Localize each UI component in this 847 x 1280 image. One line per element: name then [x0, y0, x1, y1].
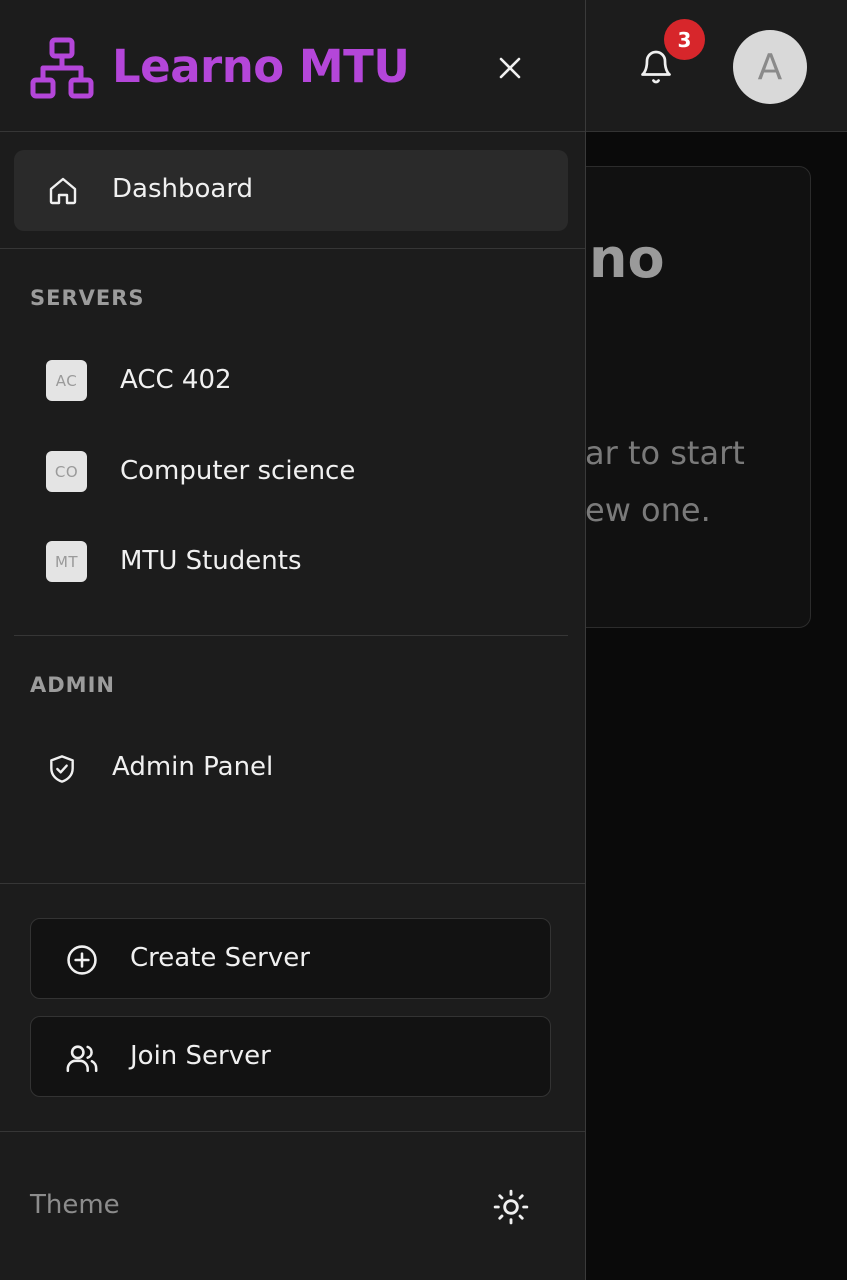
divider — [14, 635, 568, 636]
divider — [0, 1131, 585, 1132]
join-server-button[interactable]: Join Server — [30, 1016, 551, 1097]
background-text-line-2: ew one. — [585, 491, 711, 529]
server-initials: CO — [46, 451, 87, 492]
theme-label: Theme — [30, 1190, 120, 1220]
divider — [0, 248, 585, 249]
server-name: MTU Students — [120, 546, 302, 576]
create-server-label: Create Server — [130, 943, 310, 973]
users-icon — [66, 1045, 98, 1073]
background-text-line-1: ar to start — [585, 434, 745, 472]
server-initials: MT — [46, 541, 87, 582]
server-name: ACC 402 — [120, 365, 232, 395]
join-server-label: Join Server — [130, 1041, 271, 1071]
admin-panel-label: Admin Panel — [112, 752, 274, 782]
admin-heading: ADMIN — [30, 673, 115, 697]
server-item-acc-402[interactable]: AC ACC 402 — [30, 346, 560, 416]
divider — [0, 883, 585, 884]
dashboard-nav-item[interactable]: Dashboard — [14, 150, 568, 231]
shield-check-icon — [50, 755, 74, 783]
drawer-header: Learno MTU — [0, 0, 585, 132]
server-item-computer-science[interactable]: CO Computer science — [30, 437, 560, 507]
close-drawer-button[interactable] — [492, 50, 528, 86]
notification-badge: 3 — [664, 19, 705, 60]
background-heading: no — [589, 227, 665, 290]
dashboard-label: Dashboard — [112, 174, 254, 204]
app-brand: Learno MTU — [112, 40, 410, 93]
sun-icon[interactable] — [492, 1188, 530, 1226]
plus-circle-icon — [67, 945, 97, 975]
server-name: Computer science — [120, 456, 356, 486]
home-icon — [49, 177, 77, 205]
server-initials: AC — [46, 360, 87, 401]
sitemap-icon — [30, 37, 94, 99]
admin-panel-nav-item[interactable]: Admin Panel — [30, 738, 560, 800]
side-drawer: Learno MTU Dashboard SERVERS AC ACC 402 … — [0, 0, 586, 1280]
servers-heading: SERVERS — [30, 286, 145, 310]
create-server-button[interactable]: Create Server — [30, 918, 551, 999]
bell-icon[interactable] — [638, 48, 674, 86]
avatar[interactable]: A — [733, 30, 807, 104]
server-item-mtu-students[interactable]: MT MTU Students — [30, 527, 560, 597]
close-icon — [499, 57, 521, 79]
